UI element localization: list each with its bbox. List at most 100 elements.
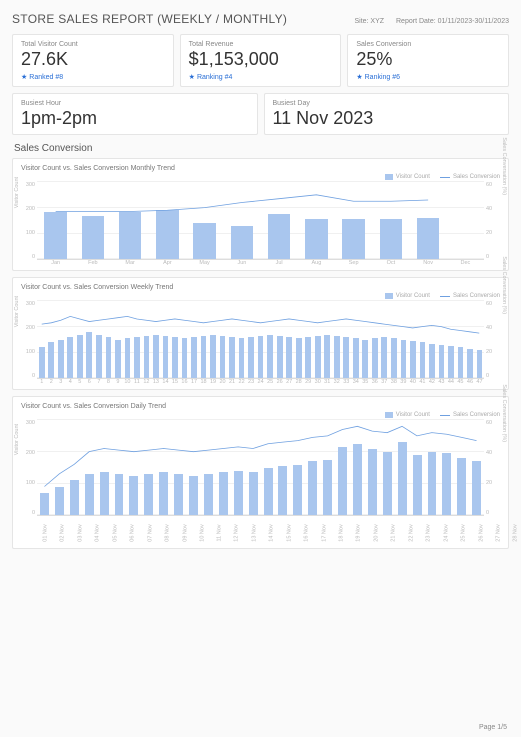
bar — [58, 340, 64, 379]
bar — [458, 347, 464, 378]
bar — [338, 447, 347, 515]
bar — [39, 347, 45, 378]
bar — [353, 338, 359, 378]
bar — [380, 219, 402, 259]
bar — [293, 465, 302, 516]
bar — [115, 474, 124, 515]
card-label: Busiest Hour — [21, 100, 249, 107]
bar — [100, 472, 109, 515]
bars — [37, 420, 484, 515]
legend-line: Sales Conversion — [440, 412, 500, 418]
bar — [234, 471, 243, 515]
bar — [305, 219, 327, 259]
bar — [159, 472, 168, 515]
y-right-label: Sales Conversation (%) — [501, 385, 507, 443]
bar-swatch-icon — [385, 293, 393, 299]
bar — [106, 337, 112, 378]
bar — [144, 336, 150, 378]
bar — [182, 338, 188, 378]
chart-1: Visitor Count vs. Sales Conversion Weekl… — [12, 277, 509, 390]
bar — [239, 338, 245, 378]
bar — [153, 335, 159, 379]
y-left-ticks: 3002001000 — [21, 182, 37, 260]
bar — [413, 455, 422, 515]
bar — [343, 337, 349, 378]
card-value: 11 Nov 2023 — [273, 108, 501, 130]
bar — [77, 335, 83, 379]
bar — [249, 472, 258, 515]
bar — [368, 449, 377, 516]
x-labels: 01 Nov02 Nov03 Nov04 Nov05 Nov06 Nov07 N… — [37, 516, 484, 544]
bar — [428, 452, 437, 515]
y-right-label: Sales Conversation (%) — [501, 138, 507, 196]
plot-area — [37, 420, 484, 516]
bar — [48, 342, 54, 378]
card-value: 1pm-2pm — [21, 108, 249, 130]
bar — [191, 337, 197, 378]
bar — [258, 336, 264, 378]
bar — [472, 461, 481, 515]
bar — [144, 474, 153, 515]
legend-line: Sales Conversion — [440, 293, 500, 299]
kpi-rank: Ranking #4 — [189, 73, 333, 81]
chart-title: Visitor Count vs. Sales Conversion Weekl… — [21, 284, 500, 291]
bar — [353, 444, 362, 515]
bar — [323, 460, 332, 515]
kpi-label: Total Revenue — [189, 41, 333, 48]
busiest-hour: Busiest Hour 1pm-2pm — [12, 93, 258, 136]
bar — [70, 480, 79, 515]
y-right-ticks: 6040200 — [484, 182, 500, 260]
date-label: Report Date: 01/11/2023-30/11/2023 — [396, 18, 509, 25]
bar — [286, 337, 292, 378]
bar — [308, 461, 317, 515]
line-swatch-icon — [440, 177, 450, 178]
kpi-rank: Ranking #6 — [356, 73, 500, 81]
bar — [448, 346, 454, 378]
bar — [67, 337, 73, 378]
bar — [277, 336, 283, 378]
bar — [398, 442, 407, 515]
kpi-visitor: Total Visitor Count 27.6K Ranked #8 — [12, 34, 174, 87]
bar — [129, 476, 138, 516]
y-left-ticks: 3002001000 — [21, 420, 37, 516]
bar — [296, 338, 302, 378]
busiest-row: Busiest Hour 1pm-2pm Busiest Day 11 Nov … — [12, 93, 509, 136]
bars — [37, 182, 484, 259]
bar — [372, 338, 378, 378]
legend-bar: Visitor Count — [385, 412, 430, 418]
y-right-ticks: 6040200 — [484, 420, 500, 516]
bar — [96, 335, 102, 379]
x-labels: JanFebMarAprMayJunJulAugSepOctNovDec — [37, 260, 484, 266]
bar — [189, 476, 198, 516]
bar — [40, 493, 49, 515]
kpi-row: Total Visitor Count 27.6K Ranked #8 Tota… — [12, 34, 509, 87]
y-left-label: Visitor Count — [14, 177, 20, 208]
bar — [231, 226, 253, 259]
bar — [477, 350, 483, 378]
y-left-label: Visitor Count — [14, 424, 20, 455]
section-title: Sales Conversion — [14, 143, 509, 154]
bar — [55, 487, 64, 516]
bar — [278, 466, 287, 515]
bar — [420, 342, 426, 378]
bar — [115, 340, 121, 379]
chart-0: Visitor Count vs. Sales Conversion Month… — [12, 158, 509, 271]
legend-bar: Visitor Count — [385, 174, 430, 180]
bar — [125, 338, 131, 378]
bar — [391, 338, 397, 378]
bar — [204, 474, 213, 515]
y-left-label: Visitor Count — [14, 296, 20, 327]
chart-legend: Visitor Count Sales Conversion — [21, 412, 500, 418]
y-left-ticks: 3002001000 — [21, 301, 37, 379]
bar — [248, 337, 254, 378]
kpi-conversion: Sales Conversion 25% Ranking #6 — [347, 34, 509, 87]
bar — [220, 336, 226, 378]
kpi-value: $1,153,000 — [189, 49, 333, 71]
bar — [86, 332, 92, 378]
bar — [193, 223, 215, 259]
bar — [201, 336, 207, 378]
report-meta: Site: XYZ Report Date: 01/11/2023-30/11/… — [344, 18, 509, 25]
line-swatch-icon — [440, 296, 450, 297]
bar — [85, 474, 94, 515]
bar — [156, 210, 178, 259]
